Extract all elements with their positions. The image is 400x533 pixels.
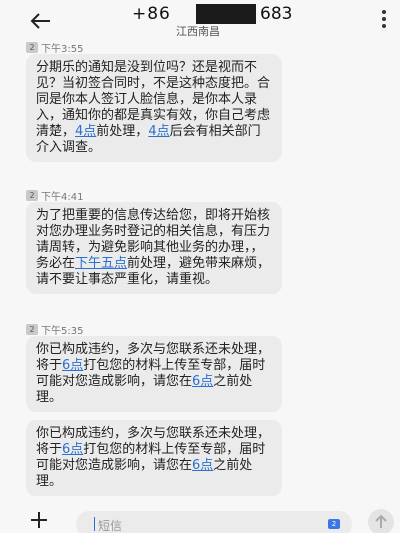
add-attachment-button[interactable] [28, 509, 50, 531]
message-meta: 2 下午4:41 [26, 188, 84, 203]
message-bubble[interactable]: 你已构成违约，多次与您联系还未处理，将于6点打包您的材料上传至专部，届时可能对您… [26, 420, 282, 496]
contact-number-suffix: 683 [260, 4, 293, 24]
time-link[interactable]: 4点 [148, 124, 169, 139]
plus-icon [31, 512, 47, 528]
message-text: 前处理， [96, 124, 149, 139]
back-button[interactable] [26, 6, 56, 36]
text-caret [94, 517, 95, 531]
message-meta: 2 下午5:35 [26, 322, 84, 337]
message-bubble[interactable]: 你已构成违约，多次与您联系还未处理，将于6点打包您的材料上传至专部，届时可能对您… [26, 336, 282, 412]
message-time: 下午5:35 [41, 325, 84, 337]
contact-location: 江西南昌 [176, 25, 220, 38]
time-link[interactable]: 6点 [62, 358, 83, 373]
send-button[interactable] [368, 509, 394, 533]
sim-select-badge[interactable]: 2 [328, 519, 340, 529]
message-meta: 2 下午3:55 [26, 40, 84, 55]
message-bubble[interactable]: 分期乐的通知是没到位吗？还是视而不见？当初签合同时，不是这种态度把。合同是你本人… [26, 54, 282, 162]
time-link[interactable]: 下午五点 [75, 256, 127, 271]
more-vertical-icon [378, 10, 390, 28]
sim-badge: 2 [26, 41, 38, 53]
arrow-left-icon [30, 13, 50, 29]
compose-bar: 短信 2 [0, 505, 400, 533]
message-time: 下午3:55 [41, 43, 84, 55]
time-link[interactable]: 4点 [75, 124, 96, 139]
redaction-block [196, 4, 256, 24]
time-link[interactable]: 6点 [62, 442, 83, 457]
sms-conversation-screen: +86 683 江西南昌 2 下午3:55 分期乐的通知是没到位吗？还是视而不见… [0, 0, 400, 533]
message-bubble[interactable]: 为了把重要的信息传达给您，即将开始核对您办理业务时登记的相关信息，有压力请周转，… [26, 202, 282, 294]
sms-input[interactable]: 短信 2 [76, 511, 352, 533]
sim-badge: 2 [26, 189, 38, 201]
sim-badge: 2 [26, 323, 38, 335]
message-time: 下午4:41 [41, 191, 84, 203]
contact-number-prefix: +86 [132, 4, 171, 24]
conversation-header: +86 683 江西南昌 [0, 0, 400, 42]
send-arrow-icon [375, 514, 387, 528]
input-placeholder: 短信 [98, 519, 123, 533]
more-options-button[interactable] [378, 10, 390, 32]
time-link[interactable]: 6点 [192, 374, 213, 389]
time-link[interactable]: 6点 [192, 458, 213, 473]
